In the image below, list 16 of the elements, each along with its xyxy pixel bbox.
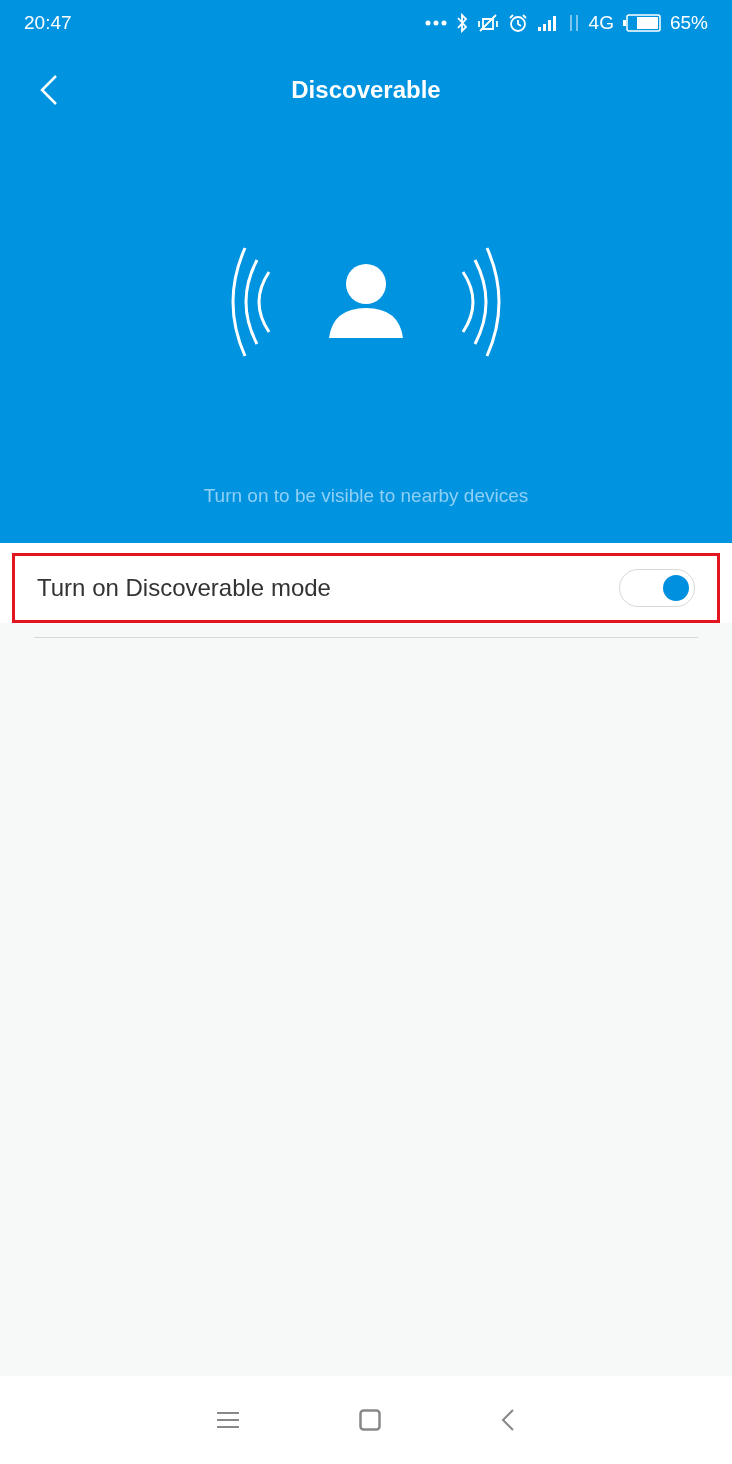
home-icon[interactable] [359, 1409, 381, 1431]
discoverable-toggle[interactable] [619, 569, 695, 607]
setting-label: Turn on Discoverable mode [37, 574, 332, 602]
back-icon[interactable] [501, 1409, 515, 1431]
vibrate-off-icon [476, 13, 499, 33]
hint-text: Turn on to be visible to nearby devices [202, 485, 530, 507]
more-icon [424, 20, 447, 26]
menu-icon[interactable] [217, 1411, 239, 1429]
bluetooth-icon [455, 13, 468, 33]
battery-icon [622, 14, 661, 32]
battery-percent: 65% [669, 12, 708, 34]
status-time: 20:47 [24, 12, 73, 34]
page-title: Discoverable [291, 76, 441, 104]
signal-icon [536, 15, 559, 31]
alarm-icon [507, 13, 528, 33]
network-type: 4G [588, 12, 614, 34]
